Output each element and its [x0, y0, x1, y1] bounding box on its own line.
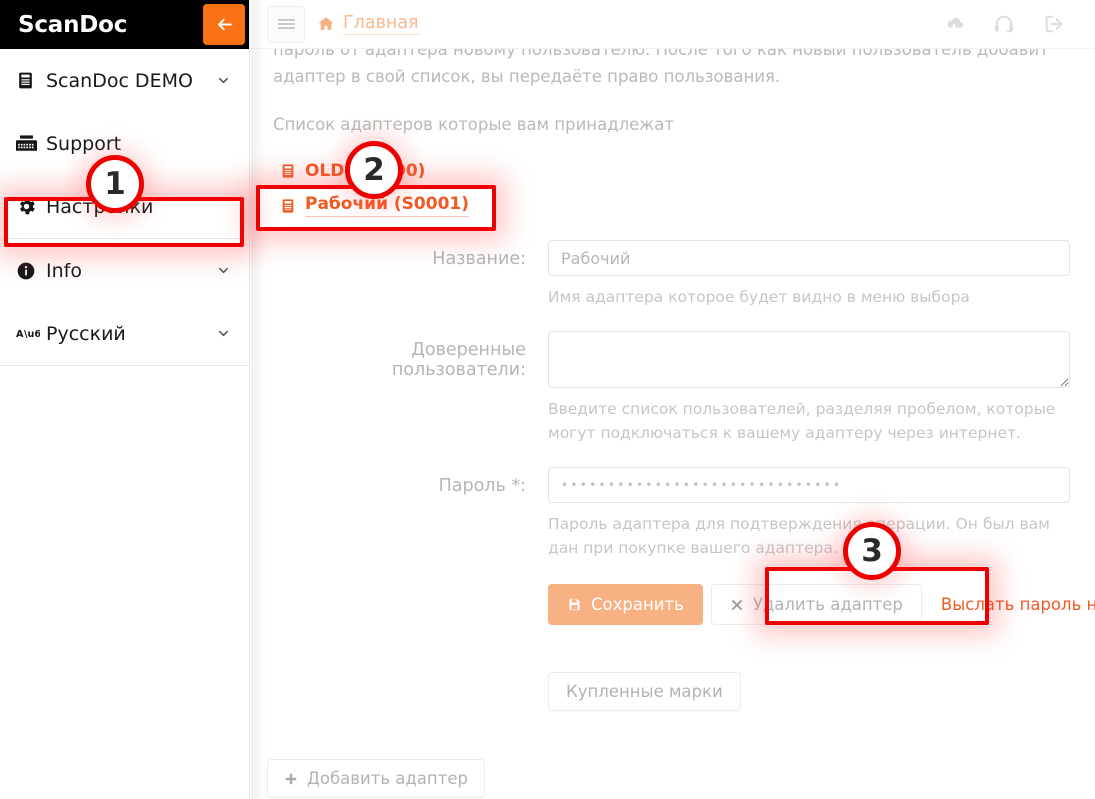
hamburger-icon[interactable] [267, 5, 305, 43]
add-adapter-label: Добавить адаптер [307, 769, 468, 788]
save-button-label: Сохранить [591, 595, 684, 614]
fax-icon [280, 198, 296, 214]
sidebar-item-scandoc-demo[interactable]: ScanDoc DEMO [0, 49, 249, 112]
add-adapter-row: Добавить адаптер [267, 759, 1073, 798]
form-row-name: Название: Имя адаптера которое будет вид… [273, 240, 1073, 331]
sidebar-item-language[interactable]: A \u6587 Русский [0, 302, 249, 365]
breadcrumb[interactable]: Главная [317, 13, 419, 35]
trusted-users-textarea[interactable] [548, 331, 1070, 388]
floppy-save-icon [567, 597, 582, 612]
password-field-label: Пароль *: [438, 476, 526, 496]
breadcrumb-label: Главная [343, 13, 419, 35]
app-window: ScanDoc ScanDoc DEMO Support Настройки I… [0, 0, 1095, 799]
arrow-left-icon [217, 18, 232, 31]
send-password-button[interactable]: Выслать пароль на E-Mail [922, 584, 1095, 625]
svg-text:A: A [16, 329, 24, 340]
sidebar-item-label: Настройки [46, 195, 154, 218]
sidebar-item-label: Support [46, 132, 122, 155]
home-icon [317, 15, 335, 33]
content-area: Главная пароль от адаптера новому пользо… [251, 0, 1095, 799]
send-password-label: Выслать пароль на E-Mail [940, 595, 1095, 614]
trusted-users-help: Введите список пользователей, разделяя п… [548, 400, 1056, 442]
topbar-actions [943, 13, 1079, 35]
chevron-down-icon [216, 73, 231, 88]
adapter-list: OLD (S0000) Рабочий (S0001) [273, 155, 1073, 224]
intro-paragraph-1: пароль от адаптера новому пользователю. … [273, 49, 1049, 86]
app-logo-text: ScanDoc [18, 11, 128, 38]
sidebar-collapse-button[interactable] [203, 4, 245, 45]
cloud-download-icon[interactable] [943, 13, 965, 35]
plus-icon [284, 772, 298, 786]
adapter-name-input[interactable] [548, 240, 1070, 276]
fax-machine-icon [16, 134, 46, 153]
name-field-label: Название: [432, 249, 526, 269]
gear-icon [16, 196, 46, 217]
add-adapter-button[interactable]: Добавить адаптер [267, 759, 485, 798]
language-icon: A \u6587 [16, 326, 46, 342]
chevron-down-icon [216, 326, 231, 341]
fax-icon [280, 163, 296, 179]
sidebar: ScanDoc ScanDoc DEMO Support Настройки I… [0, 0, 250, 799]
adapter-list-item-rabochiy[interactable]: Рабочий (S0001) [273, 188, 498, 224]
adapter-list-item-old[interactable]: OLD (S0000) [273, 155, 498, 188]
password-field-help: Пароль адаптера для подтверждения операц… [548, 515, 1050, 557]
purchased-marks-label: Купленные марки [566, 682, 723, 701]
form-row-trusted-users: Доверенные пользователи: Введите список … [273, 331, 1073, 467]
sidebar-item-label: ScanDoc DEMO [46, 69, 193, 92]
times-icon [730, 598, 744, 612]
info-circle-icon [16, 261, 46, 281]
purchased-marks-button[interactable]: Купленные марки [548, 672, 741, 711]
trusted-users-label: Доверенные пользователи: [391, 340, 526, 380]
marks-row: Купленные марки [548, 672, 1073, 711]
name-field-help: Имя адаптера которое будет видно в меню … [548, 288, 970, 306]
adapter-name: OLD (S0000) [305, 161, 426, 181]
sidebar-item-support[interactable]: Support [0, 112, 249, 175]
adapter-settings-form: Название: Имя адаптера которое будет вид… [267, 240, 1095, 798]
form-actions: Сохранить Удалить адаптер Выслать пароль [548, 584, 1095, 625]
sidebar-item-label: Info [46, 259, 82, 282]
form-row-password: Пароль *: ••••••••••••••••••••••••••••••… [273, 467, 1073, 582]
password-input[interactable]: •••••••••••••••••••••••••••••• [548, 467, 1070, 503]
adapter-name: Рабочий (S0001) [305, 194, 469, 217]
topbar: Главная [251, 0, 1095, 49]
sidebar-item-label: Русский [46, 322, 126, 345]
sidebar-item-info[interactable]: Info [0, 239, 249, 302]
page-body: пароль от адаптера новому пользователю. … [251, 49, 1095, 799]
sidebar-divider [0, 365, 249, 366]
delete-adapter-button[interactable]: Удалить адаптер [710, 584, 922, 625]
svg-text:\u6587: \u6587 [24, 329, 40, 340]
sign-out-icon[interactable] [1043, 13, 1065, 35]
intro-paragraph-2: Список адаптеров которые вам принадлежат [273, 115, 674, 134]
sidebar-item-settings[interactable]: Настройки [0, 175, 249, 238]
headset-icon[interactable] [993, 13, 1015, 35]
save-button[interactable]: Сохранить [548, 584, 703, 625]
sidebar-brand-bar: ScanDoc [0, 0, 249, 49]
fax-icon [16, 71, 46, 90]
delete-adapter-label: Удалить адаптер [752, 595, 903, 614]
chevron-down-icon [216, 263, 231, 278]
